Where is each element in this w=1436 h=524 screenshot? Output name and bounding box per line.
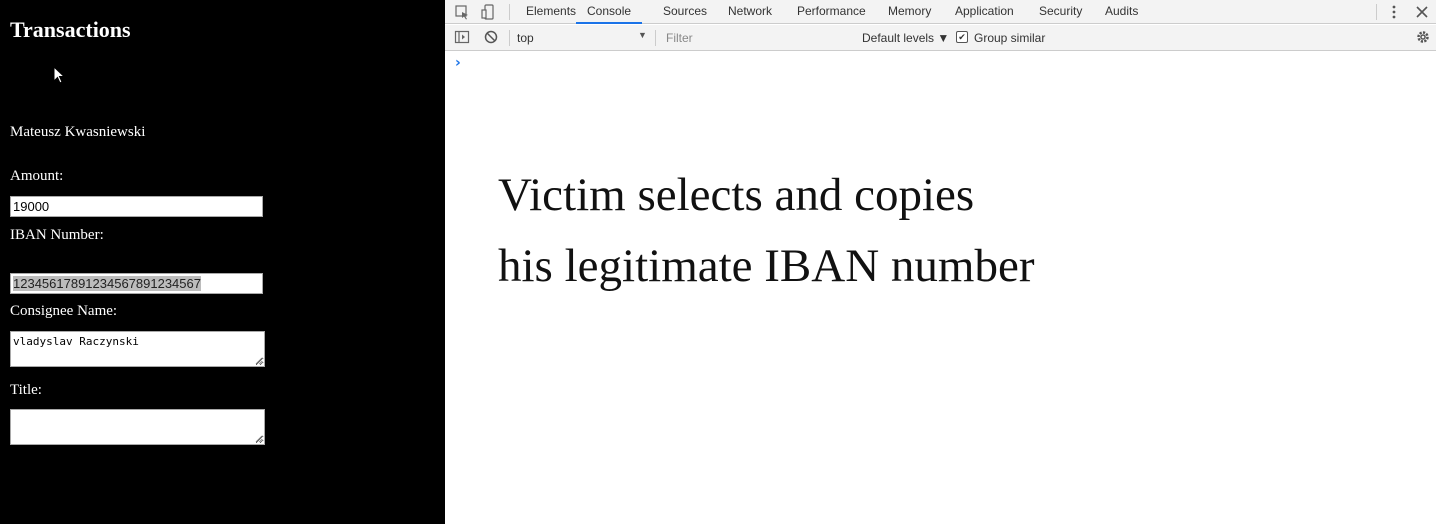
consignee-value: vladyslav Raczynski bbox=[13, 335, 139, 348]
clear-console-icon[interactable] bbox=[483, 29, 499, 45]
gear-icon[interactable] bbox=[1415, 29, 1431, 45]
tab-audits[interactable]: Audits bbox=[1105, 0, 1138, 24]
amount-value: 19000 bbox=[13, 199, 50, 214]
group-similar-label: Group similar bbox=[974, 31, 1046, 45]
user-name: Mateusz Kwasniewski bbox=[10, 124, 146, 140]
close-icon[interactable] bbox=[1414, 4, 1430, 20]
amount-input[interactable]: 19000 bbox=[10, 196, 263, 217]
caption-line-1: Victim selects and copies bbox=[498, 169, 975, 221]
chevron-down-icon: ▼ bbox=[638, 30, 647, 40]
consignee-label: Consignee Name: bbox=[10, 303, 118, 319]
iban-input[interactable]: 12345617891234567891234567 bbox=[10, 273, 263, 294]
inspect-element-icon[interactable] bbox=[454, 4, 470, 20]
tab-elements[interactable]: Elements bbox=[526, 0, 576, 24]
separator bbox=[509, 30, 510, 46]
tab-security[interactable]: Security bbox=[1039, 0, 1082, 24]
resize-grip-icon[interactable] bbox=[255, 435, 263, 443]
mouse-cursor-icon bbox=[53, 66, 66, 84]
more-options-icon[interactable] bbox=[1386, 4, 1402, 20]
tab-network[interactable]: Network bbox=[728, 0, 772, 24]
devtools-panel: Elements Console Sources Network Perform… bbox=[445, 0, 1436, 524]
caption-line-2: his legitimate IBAN number bbox=[498, 240, 1035, 292]
devtools-tabbar: Elements Console Sources Network Perform… bbox=[445, 0, 1436, 24]
transactions-page: Transactions Mateusz Kwasniewski Amount:… bbox=[0, 0, 445, 524]
resize-grip-icon[interactable] bbox=[255, 357, 263, 365]
consignee-textarea[interactable]: vladyslav Raczynski bbox=[10, 331, 265, 367]
separator bbox=[1376, 4, 1377, 20]
console-toolbar: top ▼ Filter Default levels ▼ ✔ Group si… bbox=[445, 25, 1436, 51]
tab-application[interactable]: Application bbox=[955, 0, 1014, 24]
overlay-caption: Victim selects and copies his legitimate… bbox=[498, 160, 1034, 302]
tab-performance[interactable]: Performance bbox=[797, 0, 866, 24]
iban-value-selected: 12345617891234567891234567 bbox=[13, 276, 201, 291]
title-label: Title: bbox=[10, 382, 42, 398]
iban-label: IBAN Number: bbox=[10, 227, 104, 243]
log-levels-dropdown[interactable]: Default levels ▼ bbox=[862, 31, 949, 45]
filter-input[interactable]: Filter bbox=[666, 31, 693, 45]
title-textarea[interactable] bbox=[10, 409, 265, 445]
context-select[interactable]: top bbox=[517, 31, 534, 45]
amount-label: Amount: bbox=[10, 168, 64, 184]
tab-sources[interactable]: Sources bbox=[663, 0, 707, 24]
show-sidebar-icon[interactable] bbox=[454, 29, 470, 45]
page-title: Transactions bbox=[10, 17, 131, 42]
separator bbox=[655, 30, 656, 46]
tab-memory[interactable]: Memory bbox=[888, 0, 931, 24]
console-prompt[interactable]: › bbox=[455, 55, 461, 71]
separator bbox=[509, 4, 510, 20]
group-similar-checkbox[interactable]: ✔ bbox=[956, 31, 968, 43]
tab-console[interactable]: Console bbox=[576, 0, 643, 24]
device-toolbar-icon[interactable] bbox=[480, 4, 496, 20]
